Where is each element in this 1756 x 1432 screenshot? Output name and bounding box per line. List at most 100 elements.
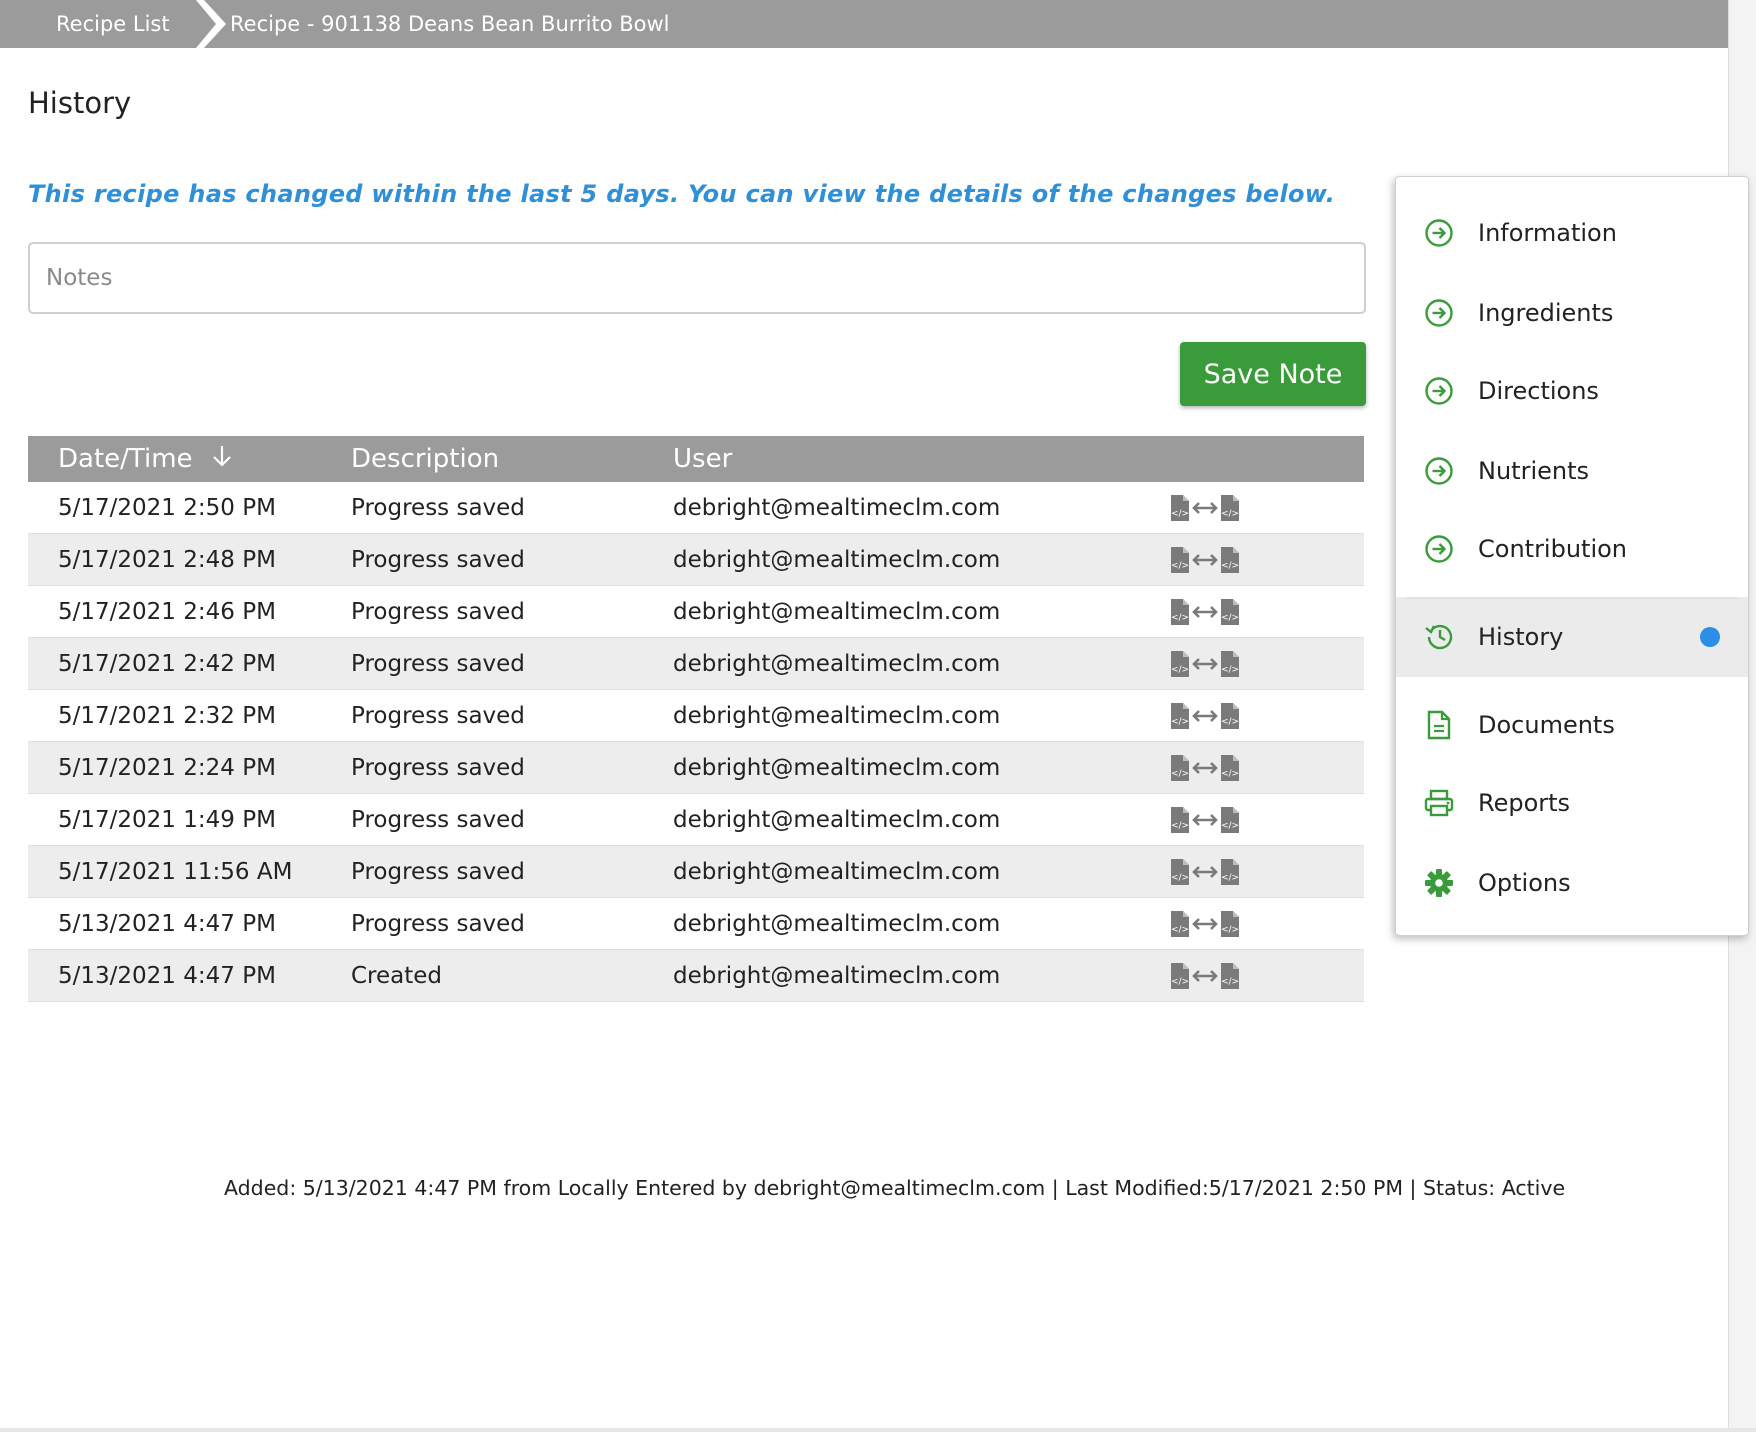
side-menu-item-nutrients[interactable]: Nutrients [1396,431,1748,511]
arrow-circle-right-icon [1422,296,1456,330]
column-header-description[interactable]: Description [351,444,673,474]
side-menu-item-reports[interactable]: Reports [1396,763,1748,843]
compare-versions-icon[interactable]: </> </> [1169,702,1241,730]
svg-text:</>: </> [1221,769,1239,779]
table-row: 5/17/2021 2:24 PM Progress saved debrigh… [28,742,1364,794]
cell-actions: </> </> [1169,702,1364,730]
svg-text:</>: </> [1171,769,1189,779]
breadcrumb-current-recipe: Recipe - 901138 Deans Bean Burrito Bowl [188,0,670,48]
cell-user: debright@mealtimeclm.com [673,806,1001,833]
side-menu-item-ingredients[interactable]: Ingredients [1396,273,1748,353]
svg-text:</>: </> [1221,561,1239,571]
svg-text:</>: </> [1171,509,1189,519]
cell-description: Progress saved [351,910,525,937]
side-menu-item-history[interactable]: History [1396,597,1748,677]
column-header-date-time[interactable]: Date/Time [28,444,351,475]
table-header: Date/Time Description User [28,436,1364,482]
side-menu-item-contribution[interactable]: Contribution [1396,509,1748,589]
svg-text:</>: </> [1221,925,1239,935]
breadcrumb: Recipe List Recipe - 901138 Deans Bean B… [0,0,1728,48]
table-row: 5/17/2021 1:49 PM Progress saved debrigh… [28,794,1364,846]
cell-user: debright@mealtimeclm.com [673,858,1001,885]
side-menu-item-directions[interactable]: Directions [1396,351,1748,431]
svg-text:</>: </> [1171,717,1189,727]
svg-text:</>: </> [1171,821,1189,831]
record-footer: Added: 5/13/2021 4:47 PM from Locally En… [224,1176,1566,1200]
compare-versions-icon[interactable]: </> </> [1169,650,1241,678]
svg-text:</>: </> [1171,873,1189,883]
cell-actions: </> </> [1169,910,1364,938]
compare-versions-icon[interactable]: </> </> [1169,598,1241,626]
cell-description: Progress saved [351,806,525,833]
side-menu-item-information[interactable]: Information [1396,193,1748,273]
cell-date-time: 5/13/2021 4:47 PM [58,962,276,989]
arrow-circle-right-icon [1422,532,1456,566]
compare-versions-icon[interactable]: </> </> [1169,858,1241,886]
svg-text:</>: </> [1171,665,1189,675]
cell-date-time: 5/17/2021 2:42 PM [58,650,276,677]
cell-actions: </> </> [1169,806,1364,834]
cell-description: Progress saved [351,546,525,573]
compare-versions-icon[interactable]: </> </> [1169,962,1241,990]
svg-text:</>: </> [1221,613,1239,623]
svg-text:</>: </> [1171,561,1189,571]
breadcrumb-current-recipe-label: Recipe - 901138 Deans Bean Burrito Bowl [230,12,670,36]
compare-versions-icon[interactable]: </> </> [1169,806,1241,834]
cell-user: debright@mealtimeclm.com [673,702,1001,729]
side-menu-item-documents[interactable]: Documents [1396,685,1748,765]
cell-description: Progress saved [351,754,525,781]
breadcrumb-recipe-list[interactable]: Recipe List [0,0,226,48]
cell-description: Progress saved [351,858,525,885]
side-menu-item-label: Options [1478,869,1571,897]
svg-text:</>: </> [1221,717,1239,727]
column-header-date-time-label: Date/Time [58,443,193,474]
table-row: 5/17/2021 2:48 PM Progress saved debrigh… [28,534,1364,586]
printer-icon [1422,786,1456,820]
cell-date-time: 5/17/2021 2:24 PM [58,754,276,781]
side-menu-item-label: Ingredients [1478,299,1614,327]
arrow-circle-right-icon [1422,454,1456,488]
table-row: 5/17/2021 2:32 PM Progress saved debrigh… [28,690,1364,742]
cell-date-time: 5/17/2021 2:32 PM [58,702,276,729]
history-icon [1422,620,1456,654]
breadcrumb-recipe-list-label: Recipe List [56,12,170,36]
arrow-circle-right-icon [1422,374,1456,408]
compare-versions-icon[interactable]: </> </> [1169,910,1241,938]
gear-icon [1422,866,1456,900]
table-row: 5/17/2021 2:50 PM Progress saved debrigh… [28,482,1364,534]
side-menu-item-label: Nutrients [1478,457,1589,485]
sort-descending-icon[interactable] [211,444,233,475]
svg-text:</>: </> [1221,977,1239,987]
side-menu: Information Ingredients Directions Nutri… [1395,176,1749,936]
cell-date-time: 5/17/2021 2:48 PM [58,546,276,573]
svg-text:</>: </> [1171,925,1189,935]
page-title: History [28,86,132,120]
cell-description: Created [351,962,443,989]
cell-actions: </> </> [1169,962,1364,990]
column-header-user[interactable]: User [673,444,1169,474]
cell-date-time: 5/13/2021 4:47 PM [58,910,276,937]
svg-text:</>: </> [1171,977,1189,987]
compare-versions-icon[interactable]: </> </> [1169,546,1241,574]
bottom-edge [0,1428,1756,1432]
compare-versions-icon[interactable]: </> </> [1169,494,1241,522]
cell-actions: </> </> [1169,494,1364,522]
table-row: 5/13/2021 4:47 PM Progress saved debrigh… [28,898,1364,950]
side-menu-item-label: Information [1478,219,1617,247]
save-note-button[interactable]: Save Note [1180,342,1366,406]
notes-input[interactable] [28,242,1366,314]
cell-description: Progress saved [351,702,525,729]
cell-description: Progress saved [351,598,525,625]
change-message: This recipe has changed within the last … [28,180,1336,208]
cell-description: Progress saved [351,650,525,677]
svg-text:</>: </> [1221,821,1239,831]
side-menu-item-label: Reports [1478,789,1571,817]
side-menu-item-options[interactable]: Options [1396,843,1748,923]
cell-date-time: 5/17/2021 2:50 PM [58,494,276,521]
cell-date-time: 5/17/2021 2:46 PM [58,598,276,625]
compare-versions-icon[interactable]: </> </> [1169,754,1241,782]
cell-date-time: 5/17/2021 11:56 AM [58,858,293,885]
cell-user: debright@mealtimeclm.com [673,754,1001,781]
cell-actions: </> </> [1169,754,1364,782]
side-menu-item-label: Contribution [1478,535,1628,563]
